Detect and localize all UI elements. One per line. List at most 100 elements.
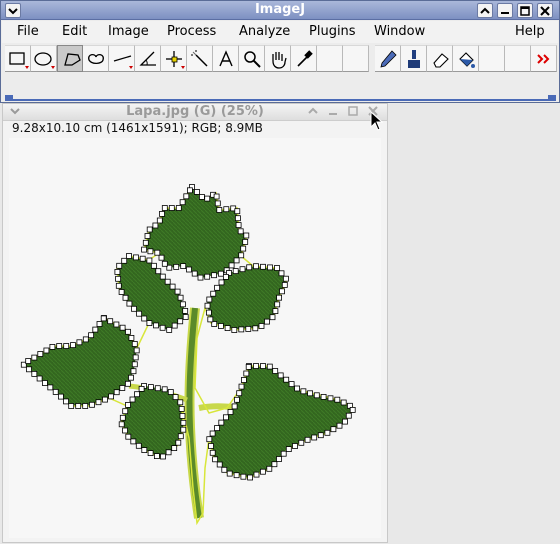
selection-vertex-handle[interactable] [141, 447, 148, 454]
selection-vertex-handle[interactable] [269, 314, 276, 321]
selection-vertex-handle[interactable] [47, 384, 54, 391]
selection-vertex-handle[interactable] [214, 284, 221, 291]
selection-vertex-handle[interactable] [228, 262, 235, 269]
selection-vertex-handle[interactable] [128, 334, 135, 341]
selection-vertex-handle[interactable] [125, 433, 132, 440]
selection-vertex-handle[interactable] [147, 384, 154, 391]
menu-plugins[interactable]: Plugins [309, 24, 356, 39]
menu-image[interactable]: Image [108, 24, 149, 39]
selection-vertex-handle[interactable] [267, 264, 273, 271]
selection-vertex-handle[interactable] [92, 326, 99, 333]
selection-vertex-handle[interactable] [121, 257, 128, 264]
selection-vertex-handle[interactable] [234, 215, 241, 222]
selection-vertex-handle[interactable] [114, 268, 121, 275]
selection-vertex-handle[interactable] [221, 466, 228, 473]
selection-vertex-handle[interactable] [227, 409, 234, 415]
selection-vertex-handle[interactable] [153, 453, 160, 460]
selection-vertex-handle[interactable] [238, 326, 245, 333]
selection-vertex-handle[interactable] [147, 450, 154, 457]
menu-analyze[interactable]: Analyze [239, 24, 290, 39]
selection-vertex-handle[interactable] [180, 263, 187, 269]
image-canvas[interactable] [9, 138, 381, 538]
selection-vertex-handle[interactable] [280, 450, 287, 457]
magnifier-tool[interactable] [239, 45, 265, 72]
menu-edit[interactable]: Edit [62, 24, 87, 39]
selection-vertex-handle[interactable] [266, 363, 273, 370]
selection-vertex-handle[interactable] [179, 301, 186, 308]
selection-vertex-handle[interactable] [161, 386, 168, 393]
selection-vertex-handle[interactable] [300, 388, 307, 395]
selection-vertex-handle[interactable] [226, 470, 233, 477]
selection-vertex-handle[interactable] [122, 427, 128, 434]
oval-tool[interactable] [31, 45, 57, 72]
selection-vertex-handle[interactable] [218, 279, 225, 286]
selection-vertex-handle[interactable] [129, 396, 136, 403]
pencil-tool[interactable] [375, 45, 401, 72]
selection-vertex-handle[interactable] [307, 390, 314, 397]
selection-vertex-handle[interactable] [169, 283, 176, 290]
selection-vertex-handle[interactable] [216, 461, 223, 468]
selection-vertex-handle[interactable] [276, 294, 283, 301]
selection-vertex-handle[interactable] [153, 322, 159, 329]
menu-process[interactable]: Process [167, 24, 216, 39]
selection-vertex-handle[interactable] [180, 419, 187, 426]
selection-vertex-handle[interactable] [260, 263, 266, 270]
selection-vertex-handle[interactable] [208, 443, 214, 449]
eraser-tool[interactable] [427, 45, 453, 72]
selection-vertex-handle[interactable] [336, 422, 343, 429]
selection-vertex-handle[interactable] [288, 381, 295, 388]
selection-vertex-handle[interactable] [130, 438, 137, 445]
wand-tool[interactable] [187, 45, 213, 72]
selection-vertex-handle[interactable] [239, 266, 246, 273]
selection-vertex-handle[interactable] [274, 301, 281, 308]
selection-vertex-handle[interactable] [108, 393, 114, 400]
minimize-icon[interactable] [327, 105, 339, 117]
selection-vertex-handle[interactable] [174, 288, 181, 295]
selection-vertex-handle[interactable] [222, 414, 229, 421]
selection-vertex-handle[interactable] [235, 222, 242, 228]
selection-vertex-handle[interactable] [175, 205, 182, 211]
selection-vertex-handle[interactable] [198, 194, 205, 200]
selection-vertex-handle[interactable] [209, 449, 216, 456]
selection-vertex-handle[interactable] [75, 403, 82, 409]
selection-vertex-handle[interactable] [63, 398, 69, 405]
selection-vertex-handle[interactable] [231, 327, 238, 333]
selection-vertex-handle[interactable] [138, 385, 145, 392]
line-tool[interactable] [109, 45, 135, 72]
selection-vertex-handle[interactable] [182, 307, 189, 314]
selection-vertex-handle[interactable] [63, 343, 70, 349]
selection-vertex-handle[interactable] [276, 456, 282, 462]
selection-vertex-handle[interactable] [37, 351, 44, 357]
selection-vertex-handle[interactable] [82, 403, 89, 409]
polygon-tool[interactable] [57, 45, 83, 72]
selection-vertex-handle[interactable] [253, 471, 260, 478]
selection-vertex-handle[interactable] [233, 257, 240, 264]
selection-vertex-handle[interactable] [278, 270, 285, 277]
selection-vertex-handle[interactable] [132, 354, 139, 361]
selection-vertex-handle[interactable] [183, 193, 190, 200]
menu-file[interactable]: File [17, 24, 39, 39]
selection-vertex-handle[interactable] [113, 321, 120, 328]
selection-vertex-handle[interactable] [266, 465, 273, 472]
menu-help[interactable]: Help [515, 24, 545, 39]
selection-vertex-handle[interactable] [26, 366, 32, 373]
selection-vertex-handle[interactable] [218, 419, 225, 426]
selection-vertex-handle[interactable] [158, 254, 165, 261]
selection-vertex-handle[interactable] [327, 395, 334, 402]
selection-vertex-handle[interactable] [119, 414, 126, 421]
selection-vertex-handle[interactable] [240, 473, 247, 480]
selection-vertex-handle[interactable] [177, 318, 184, 325]
selection-vertex-handle[interactable] [342, 418, 348, 425]
selection-vertex-handle[interactable] [236, 390, 243, 397]
selection-vertex-handle[interactable] [126, 300, 133, 307]
selection-vertex-handle[interactable] [134, 391, 140, 398]
selection-vertex-handle[interactable] [135, 442, 142, 449]
selection-vertex-handle[interactable] [209, 430, 216, 437]
selection-vertex-handle[interactable] [43, 347, 50, 354]
selection-vertex-handle[interactable] [242, 239, 249, 245]
selection-vertex-handle[interactable] [272, 368, 279, 374]
selection-vertex-handle[interactable] [107, 318, 114, 325]
selection-vertex-handle[interactable] [292, 443, 298, 449]
selection-vertex-handle[interactable] [88, 332, 94, 339]
selection-vertex-handle[interactable] [146, 320, 153, 327]
